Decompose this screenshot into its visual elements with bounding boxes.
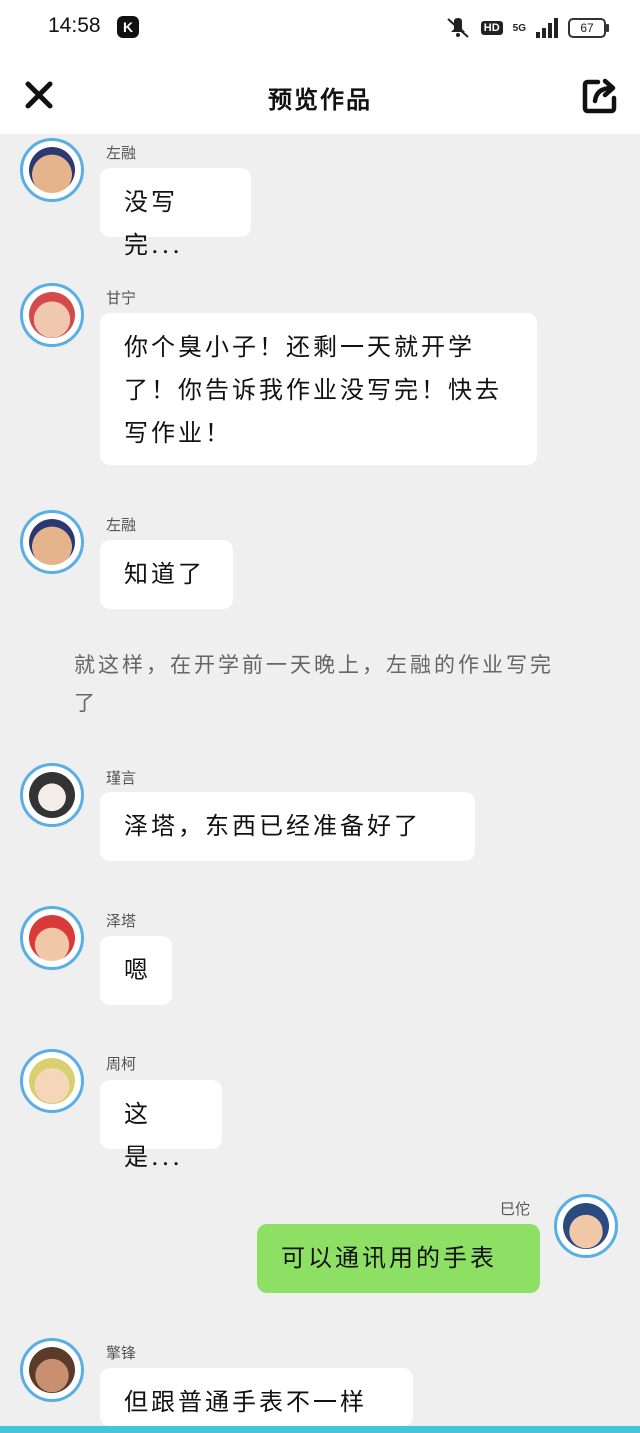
sender-name: 瑾言 bbox=[106, 769, 137, 787]
sender-name: 泽塔 bbox=[106, 912, 137, 930]
avatar[interactable] bbox=[20, 510, 84, 574]
avatar[interactable] bbox=[554, 1194, 618, 1258]
sender-name: 甘宁 bbox=[106, 289, 137, 307]
share-icon[interactable] bbox=[580, 76, 620, 116]
status-indicators: HD 5G 67 bbox=[445, 16, 609, 40]
mute-icon bbox=[447, 18, 469, 38]
status-bar: 14:58 K HD 5G 67 bbox=[0, 0, 640, 58]
hd-badge: HD bbox=[480, 21, 503, 35]
avatar[interactable] bbox=[20, 763, 84, 827]
message-bubble: 没写完... bbox=[100, 168, 251, 259]
message-bubble: 这是... bbox=[100, 1080, 222, 1171]
status-time: 14:58 bbox=[48, 14, 101, 37]
message-bubble: 泽塔，东西已经准备好了 bbox=[100, 792, 475, 861]
network-label: 5G bbox=[512, 22, 526, 34]
sender-name: 擎锋 bbox=[106, 1344, 137, 1362]
avatar[interactable] bbox=[20, 283, 84, 347]
signal-icon bbox=[536, 18, 558, 38]
avatar[interactable] bbox=[20, 138, 84, 202]
sender-name: 周柯 bbox=[106, 1055, 137, 1073]
sender-name: 巳佗 bbox=[500, 1200, 531, 1218]
message-bubble: 知道了 bbox=[100, 540, 233, 609]
narration-text: 就这样，在开学前一天晚上，左融的作业写完了 bbox=[74, 653, 554, 715]
app-badge-icon: K bbox=[117, 16, 139, 38]
message-bubble: 你个臭小子！还剩一天就开学了！你告诉我作业没写完！快去写作业！ bbox=[100, 313, 537, 465]
avatar[interactable] bbox=[20, 1338, 84, 1402]
message-bubble: 可以通讯用的手表 bbox=[257, 1224, 540, 1293]
message-bubble: 但跟普通手表不一样 bbox=[100, 1368, 413, 1426]
sender-name: 左融 bbox=[106, 516, 137, 534]
message-bubble: 嗯 bbox=[100, 936, 172, 1005]
avatar[interactable] bbox=[20, 906, 84, 970]
sender-name: 左融 bbox=[106, 144, 137, 162]
page-title: 预览作品 bbox=[268, 85, 372, 114]
avatar[interactable] bbox=[20, 1049, 84, 1113]
bottom-bar bbox=[0, 1426, 640, 1433]
battery-icon: 67 bbox=[568, 18, 609, 38]
header: 预览作品 bbox=[0, 58, 640, 134]
